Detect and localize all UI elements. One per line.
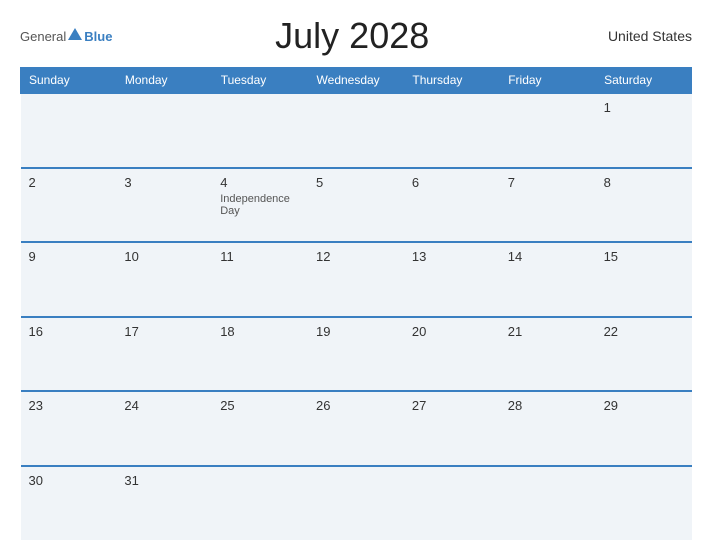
weekday-header-tuesday: Tuesday — [212, 68, 308, 94]
day-number: 27 — [412, 398, 492, 413]
day-number: 9 — [29, 249, 109, 264]
calendar-day-cell: 14 — [500, 242, 596, 317]
logo-general-text: General — [20, 29, 66, 44]
day-number: 14 — [508, 249, 588, 264]
calendar-day-cell: 18 — [212, 317, 308, 392]
calendar-week-row: 1 — [21, 93, 692, 168]
day-number: 2 — [29, 175, 109, 190]
day-number: 11 — [220, 249, 300, 264]
logo-triangle-icon — [68, 28, 82, 40]
calendar-day-cell: 25 — [212, 391, 308, 466]
day-number: 29 — [604, 398, 684, 413]
weekday-header-wednesday: Wednesday — [308, 68, 404, 94]
calendar-day-cell: 23 — [21, 391, 117, 466]
calendar-day-cell: 4 Independence Day — [212, 168, 308, 243]
calendar-day-cell: 11 — [212, 242, 308, 317]
day-number: 10 — [124, 249, 204, 264]
day-number: 16 — [29, 324, 109, 339]
day-number: 26 — [316, 398, 396, 413]
day-number: 17 — [124, 324, 204, 339]
calendar-day-cell — [500, 93, 596, 168]
calendar-day-cell — [212, 466, 308, 541]
calendar-day-cell — [500, 466, 596, 541]
day-number: 23 — [29, 398, 109, 413]
day-event: Independence Day — [220, 193, 300, 217]
calendar-day-cell — [308, 93, 404, 168]
calendar-day-cell — [116, 93, 212, 168]
calendar-week-row: 9 10 11 12 13 14 15 — [21, 242, 692, 317]
day-number: 20 — [412, 324, 492, 339]
calendar-day-cell — [308, 466, 404, 541]
day-number: 21 — [508, 324, 588, 339]
day-number: 4 — [220, 175, 300, 190]
weekday-header-saturday: Saturday — [596, 68, 692, 94]
calendar-day-cell — [404, 466, 500, 541]
calendar-day-cell: 19 — [308, 317, 404, 392]
calendar-day-cell: 26 — [308, 391, 404, 466]
calendar-day-cell: 29 — [596, 391, 692, 466]
calendar-day-cell: 3 — [116, 168, 212, 243]
day-number: 28 — [508, 398, 588, 413]
day-number: 5 — [316, 175, 396, 190]
calendar-day-cell — [21, 93, 117, 168]
calendar-day-cell: 22 — [596, 317, 692, 392]
calendar-day-cell — [404, 93, 500, 168]
day-number: 22 — [604, 324, 684, 339]
calendar-day-cell: 17 — [116, 317, 212, 392]
day-number: 24 — [124, 398, 204, 413]
calendar-day-cell: 20 — [404, 317, 500, 392]
day-number: 7 — [508, 175, 588, 190]
calendar-week-row: 16 17 18 19 20 21 22 — [21, 317, 692, 392]
calendar-week-row: 30 31 — [21, 466, 692, 541]
calendar-day-cell: 7 — [500, 168, 596, 243]
calendar-tbody: 1234Independence Day56789101112131415161… — [21, 93, 692, 540]
calendar-day-cell: 8 — [596, 168, 692, 243]
calendar-day-cell: 15 — [596, 242, 692, 317]
weekday-header-sunday: Sunday — [21, 68, 117, 94]
calendar-day-cell — [596, 466, 692, 541]
weekday-header-thursday: Thursday — [404, 68, 500, 94]
calendar-day-cell: 1 — [596, 93, 692, 168]
weekday-header-monday: Monday — [116, 68, 212, 94]
calendar-day-cell: 12 — [308, 242, 404, 317]
calendar-day-cell: 9 — [21, 242, 117, 317]
calendar-day-cell: 24 — [116, 391, 212, 466]
logo-blue-text: Blue — [84, 29, 112, 44]
calendar-table: SundayMondayTuesdayWednesdayThursdayFrid… — [20, 67, 692, 540]
calendar-container: General Blue July 2028 United States Sun… — [0, 0, 712, 550]
day-number: 31 — [124, 473, 204, 488]
calendar-week-row: 23 24 25 26 27 28 29 — [21, 391, 692, 466]
weekday-header-row: SundayMondayTuesdayWednesdayThursdayFrid… — [21, 68, 692, 94]
day-number: 8 — [604, 175, 684, 190]
calendar-day-cell: 2 — [21, 168, 117, 243]
day-number: 6 — [412, 175, 492, 190]
calendar-day-cell: 28 — [500, 391, 596, 466]
calendar-day-cell: 16 — [21, 317, 117, 392]
calendar-day-cell: 30 — [21, 466, 117, 541]
day-number: 13 — [412, 249, 492, 264]
calendar-day-cell: 5 — [308, 168, 404, 243]
calendar-header: General Blue July 2028 United States — [20, 15, 692, 57]
day-number: 12 — [316, 249, 396, 264]
calendar-thead: SundayMondayTuesdayWednesdayThursdayFrid… — [21, 68, 692, 94]
calendar-day-cell: 6 — [404, 168, 500, 243]
day-number: 18 — [220, 324, 300, 339]
day-number: 15 — [604, 249, 684, 264]
calendar-week-row: 23 4 Independence Day 5 6 7 8 — [21, 168, 692, 243]
calendar-day-cell: 27 — [404, 391, 500, 466]
day-number: 19 — [316, 324, 396, 339]
day-number: 25 — [220, 398, 300, 413]
logo: General Blue — [20, 29, 112, 44]
calendar-day-cell — [212, 93, 308, 168]
country-label: United States — [592, 28, 692, 44]
calendar-day-cell: 13 — [404, 242, 500, 317]
day-number: 3 — [124, 175, 204, 190]
day-number: 30 — [29, 473, 109, 488]
day-number: 1 — [604, 100, 684, 115]
calendar-title: July 2028 — [112, 15, 592, 57]
calendar-day-cell: 21 — [500, 317, 596, 392]
calendar-day-cell: 31 — [116, 466, 212, 541]
calendar-day-cell: 10 — [116, 242, 212, 317]
weekday-header-friday: Friday — [500, 68, 596, 94]
